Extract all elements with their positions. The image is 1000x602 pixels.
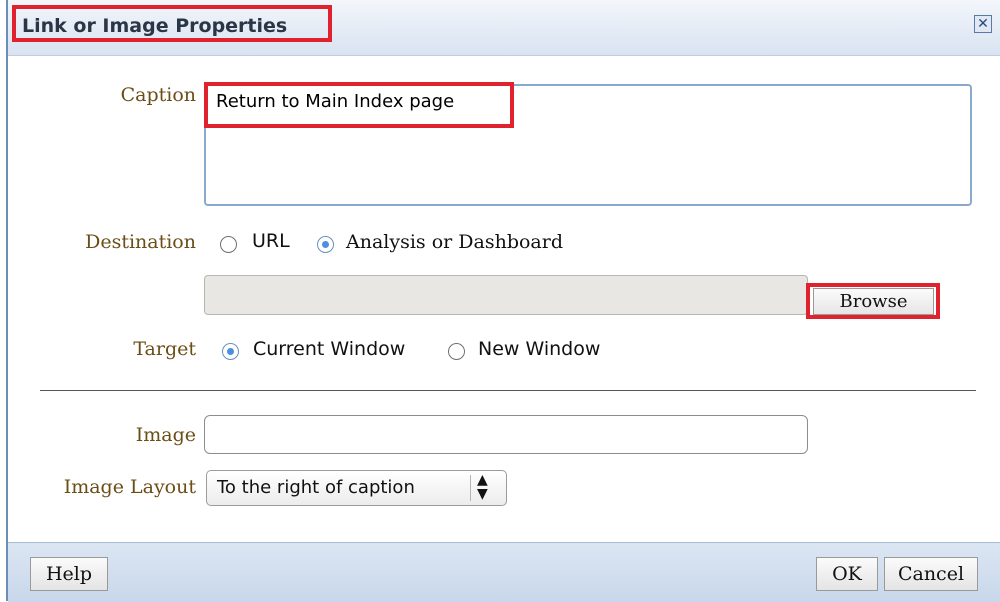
close-icon[interactable]: ✕ bbox=[974, 15, 992, 33]
select-separator bbox=[470, 475, 471, 501]
help-button[interactable]: Help bbox=[30, 557, 108, 591]
ok-button[interactable]: OK bbox=[816, 557, 878, 591]
dialog-footer: Help OK Cancel bbox=[8, 542, 1000, 602]
link-image-properties-dialog: Link or Image Properties ✕ Caption Retur… bbox=[6, 0, 1000, 602]
caption-highlight-box bbox=[204, 82, 514, 128]
image-layout-select[interactable]: To the right of caption ▲ ▼ bbox=[206, 470, 507, 506]
target-new-window-radio[interactable] bbox=[448, 343, 465, 360]
destination-field[interactable] bbox=[204, 275, 808, 315]
section-divider bbox=[40, 390, 976, 391]
target-new-window-label: New Window bbox=[478, 338, 601, 360]
destination-analysis-label: Analysis or Dashboard bbox=[346, 231, 563, 253]
destination-analysis-radio[interactable] bbox=[317, 236, 334, 253]
cancel-button[interactable]: Cancel bbox=[884, 557, 978, 591]
up-down-arrows-icon: ▲ ▼ bbox=[477, 472, 488, 502]
target-label: Target bbox=[133, 338, 196, 360]
destination-url-label: URL bbox=[252, 230, 290, 252]
image-layout-value: To the right of caption bbox=[217, 477, 415, 498]
browse-button[interactable]: Browse bbox=[813, 288, 934, 315]
target-current-window-label: Current Window bbox=[253, 338, 406, 360]
destination-label: Destination bbox=[85, 231, 196, 253]
caption-label: Caption bbox=[120, 84, 196, 106]
destination-url-radio[interactable] bbox=[220, 236, 237, 253]
image-input[interactable] bbox=[204, 415, 808, 454]
dialog-titlebar: Link or Image Properties ✕ bbox=[8, 0, 1000, 56]
dialog-title: Link or Image Properties bbox=[12, 5, 332, 42]
target-current-window-radio[interactable] bbox=[222, 343, 239, 360]
image-layout-label: Image Layout bbox=[63, 476, 196, 498]
image-label: Image bbox=[135, 424, 196, 446]
